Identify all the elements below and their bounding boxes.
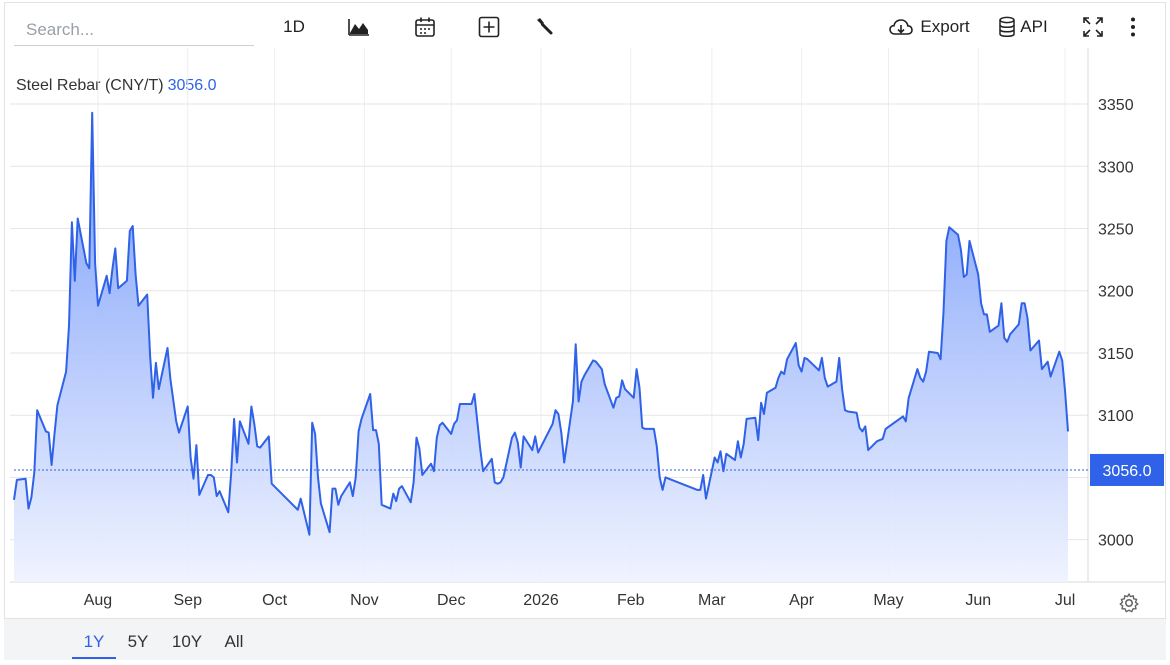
compare-button[interactable] <box>472 10 506 44</box>
calendar-icon <box>414 16 436 38</box>
date-range-button[interactable] <box>408 10 442 44</box>
x-tick-label: Jun <box>965 592 991 609</box>
range-10y-button[interactable]: 10Y <box>166 619 208 659</box>
gear-icon <box>1118 593 1140 618</box>
y-tick-label: 3250 <box>1098 221 1134 238</box>
last-value-tag-text: 3056.0 <box>1103 463 1152 480</box>
chart-settings-button[interactable] <box>1118 592 1140 614</box>
toolbar: 1D Export API <box>4 2 1166 48</box>
x-tick-label: May <box>873 592 903 609</box>
range-label: 1Y <box>83 632 105 651</box>
fullscreen-icon <box>1082 16 1104 38</box>
export-label: Export <box>920 17 970 36</box>
range-label: 5Y <box>127 632 149 651</box>
search-input[interactable] <box>14 14 254 46</box>
plus-box-icon <box>478 16 500 38</box>
range-5y-button[interactable]: 5Y <box>120 619 156 659</box>
more-vertical-icon <box>1130 16 1136 38</box>
export-button[interactable]: Export <box>884 10 974 44</box>
x-tick-label: Apr <box>789 592 815 609</box>
api-label: API <box>1020 17 1048 36</box>
x-tick-label: Aug <box>84 592 112 609</box>
database-icon <box>998 16 1016 38</box>
settings-tools-button[interactable] <box>528 10 562 44</box>
y-tick-label: 3150 <box>1098 346 1134 363</box>
x-tick-label: Dec <box>437 592 465 609</box>
range-1y-button[interactable]: 1Y <box>72 619 116 659</box>
more-menu-button[interactable] <box>1120 10 1146 44</box>
cloud-download-icon <box>888 17 914 37</box>
chart-type-button[interactable] <box>342 10 376 44</box>
x-tick-label: Feb <box>617 592 645 609</box>
interval-label: 1D <box>283 17 305 36</box>
y-tick-label: 3350 <box>1098 97 1134 114</box>
x-tick-label: Oct <box>262 592 287 609</box>
x-tick-label: Mar <box>698 592 726 609</box>
interval-button[interactable]: 1D <box>276 10 312 44</box>
y-tick-label: 3300 <box>1098 159 1134 176</box>
y-tick-label: 3200 <box>1098 284 1134 301</box>
last-value-tag: 3056.0 <box>1090 453 1164 486</box>
x-axis-labels: Aug Sep Oct Nov Dec 2026 Feb Mar Apr May Jun Jul <box>84 592 1076 609</box>
mountain-chart-icon <box>347 17 371 37</box>
x-tick-label: Nov <box>350 592 378 609</box>
y-tick-label: 3000 <box>1098 533 1134 550</box>
api-button[interactable]: API <box>994 10 1052 44</box>
range-label: 10Y <box>171 632 203 651</box>
range-label: All <box>224 632 244 651</box>
x-tick-label: 2026 <box>523 592 559 609</box>
price-chart[interactable]: 3000 3100 3150 3200 3250 3300 3350 Aug Sep Oct No… <box>0 48 1170 618</box>
x-tick-label: Jul <box>1055 592 1075 609</box>
range-all-button[interactable]: All <box>218 619 250 659</box>
wrench-icon <box>534 16 556 38</box>
fullscreen-button[interactable] <box>1076 10 1110 44</box>
y-tick-label: 3100 <box>1098 408 1134 425</box>
range-selector: 1Y 5Y 10Y All <box>4 618 1166 660</box>
x-tick-label: Sep <box>174 592 203 609</box>
